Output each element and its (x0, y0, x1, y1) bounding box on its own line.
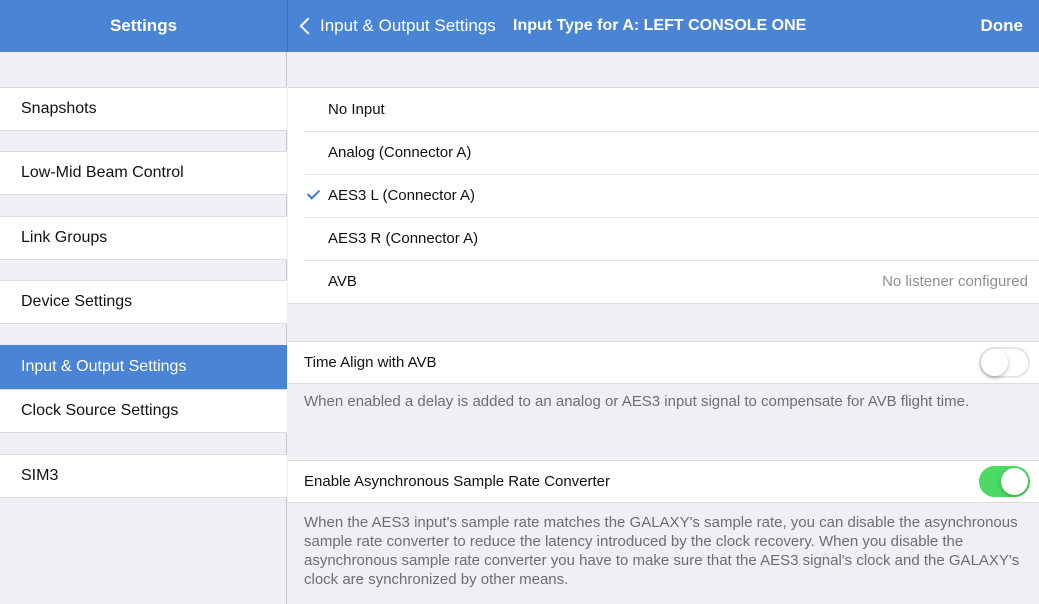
sidebar-item-low-mid-beam-control[interactable]: Low-Mid Beam Control (0, 151, 287, 195)
sidebar-item-sim3[interactable]: SIM3 (0, 454, 287, 498)
detail-pane: No Input Analog (Connector A) AES3 L (Co… (288, 52, 1039, 604)
option-analog[interactable]: Analog (Connector A) (288, 131, 1039, 174)
sidebar-title: Settings (109, 16, 178, 35)
time-align-label: Time Align with AVB (304, 354, 437, 371)
sidebar-item-input-output-settings[interactable]: Input & Output Settings (0, 345, 287, 389)
sidebar-item-link-groups[interactable]: Link Groups (0, 216, 287, 260)
option-label: AES3 R (Connector A) (328, 230, 479, 247)
page-title: Input Type for A: LEFT CONSOLE ONE (513, 17, 807, 34)
toggle-knob (1001, 468, 1028, 495)
sidebar-item-snapshots[interactable]: Snapshots (0, 87, 287, 131)
sidebar-item-label: Input & Output Settings (21, 358, 187, 375)
sidebar-item-label: SIM3 (21, 467, 59, 484)
header-divider (287, 0, 288, 52)
option-label: No Input (328, 101, 385, 118)
asrc-label: Enable Asynchronous Sample Rate Converte… (304, 473, 611, 490)
option-aes3-r[interactable]: AES3 R (Connector A) (288, 217, 1039, 260)
back-button-label: Input & Output Settings (320, 16, 496, 35)
asrc-description: When the AES3 input's sample rate matche… (304, 514, 1020, 588)
toggle-knob (981, 349, 1008, 376)
option-avb[interactable]: AVB No listener configured (288, 260, 1039, 303)
chevron-left-icon (299, 17, 317, 35)
option-aes3-l[interactable]: AES3 L (Connector A) (288, 174, 1039, 217)
time-align-row: Time Align with AVB (288, 341, 1039, 384)
sidebar-item-label: Low-Mid Beam Control (21, 164, 184, 181)
navigation-bar: Settings Input & Output Settings Input T… (0, 0, 1039, 52)
checkmark-icon (306, 186, 321, 200)
option-label: Analog (Connector A) (328, 144, 472, 161)
asrc-toggle[interactable] (979, 466, 1030, 497)
sidebar-item-label: Device Settings (21, 293, 133, 310)
option-detail: No listener configured (882, 273, 1028, 290)
option-label: AVB (328, 273, 357, 290)
option-label: AES3 L (Connector A) (328, 187, 476, 204)
sidebar-item-label: Link Groups (21, 229, 108, 246)
sidebar-item-device-settings[interactable]: Device Settings (0, 280, 287, 324)
input-type-list: No Input Analog (Connector A) AES3 L (Co… (288, 87, 1039, 304)
back-button[interactable]: Input & Output Settings (298, 0, 496, 52)
option-no-input[interactable]: No Input (288, 88, 1039, 131)
sidebar: Snapshots Low-Mid Beam Control Link Grou… (0, 52, 287, 604)
asrc-row: Enable Asynchronous Sample Rate Converte… (288, 460, 1039, 503)
time-align-description: When enabled a delay is added to an anal… (304, 393, 970, 410)
done-button[interactable]: Done (981, 0, 1024, 52)
sidebar-item-label: Snapshots (21, 100, 97, 117)
sidebar-item-clock-source-settings[interactable]: Clock Source Settings (0, 389, 287, 433)
time-align-toggle[interactable] (979, 347, 1030, 378)
sidebar-item-label: Clock Source Settings (21, 402, 179, 419)
